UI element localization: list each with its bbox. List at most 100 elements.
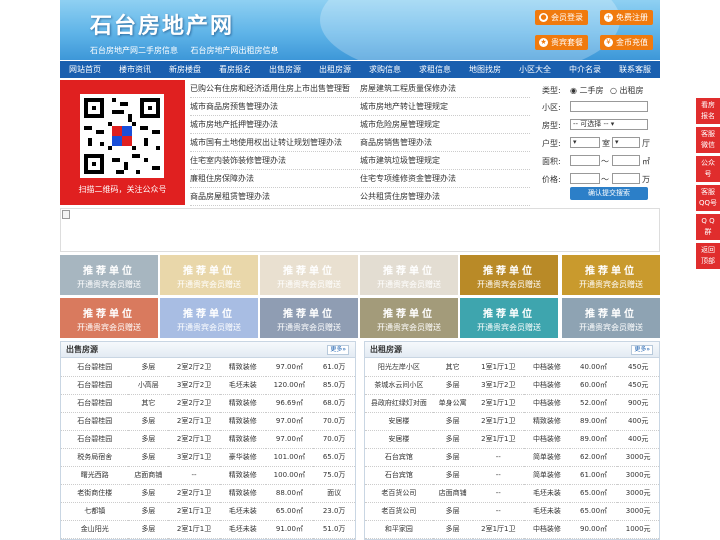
- nav-new-homes[interactable]: 新房楼盘: [160, 61, 210, 78]
- policy-link[interactable]: 城市房地产抵押管理办法: [190, 116, 360, 133]
- nav-wanted-buy[interactable]: 求购信息: [360, 61, 410, 78]
- login-button[interactable]: ● 会员登录: [535, 10, 588, 25]
- table-cell[interactable]: 石台碧桂园: [61, 376, 129, 395]
- table-row[interactable]: 税务局宿舍 多层 3室2厅1卫 豪华装修 101.00㎡ 65.0万: [61, 448, 355, 467]
- coin-recharge-button[interactable]: ¥ 金币充值: [600, 35, 653, 50]
- hall-select[interactable]: ▾: [612, 137, 640, 148]
- table-row[interactable]: 七都镇 多层 2室1厅1卫 毛坯未装 65.00㎡ 23.0万: [61, 502, 355, 521]
- table-cell[interactable]: 茶城水云间小区: [365, 376, 433, 395]
- area-max-input[interactable]: [612, 155, 640, 166]
- policy-link[interactable]: 商品房销售管理办法: [360, 134, 530, 151]
- table-row[interactable]: 老百货公司 店面商铺 -- 毛坯未装 65.00㎡ 3000元: [365, 484, 659, 503]
- table-row[interactable]: 石台碧桂园 小高层 3室2厅2卫 毛坯未装 120.00㎡ 85.0万: [61, 376, 355, 395]
- table-cell[interactable]: 老百货公司: [365, 484, 433, 503]
- nav-communities[interactable]: 小区大全: [510, 61, 560, 78]
- table-cell[interactable]: 石台碧桂园: [61, 358, 129, 377]
- search-submit-button[interactable]: 确认提交搜索: [570, 187, 648, 200]
- table-row[interactable]: 县政府红绿灯对面 单身公寓 2室1厅1卫 中档装修 52.00㎡ 900元: [365, 394, 659, 413]
- table-row[interactable]: 和平家园 多层 2室1厅1卫 中档装修 90.00㎡ 1000元: [365, 520, 659, 539]
- promo-tile[interactable]: 推荐单位 开通贵宾会员赠送: [60, 298, 158, 338]
- side-service-wechat[interactable]: 客服 微信: [696, 127, 720, 153]
- nav-news[interactable]: 楼市资讯: [110, 61, 160, 78]
- table-row[interactable]: 安居楼 多层 2室1厅1卫 中档装修 89.00㎡ 400元: [365, 430, 659, 449]
- policy-link[interactable]: 住宅专项维修资金管理办法: [360, 170, 530, 187]
- register-button[interactable]: + 免费注册: [600, 10, 653, 25]
- radio-rental[interactable]: ○ 出租房: [610, 85, 644, 96]
- area-min-input[interactable]: [570, 155, 600, 166]
- community-input[interactable]: [570, 101, 648, 112]
- policy-link[interactable]: 城市商品房预售管理办法: [190, 98, 360, 115]
- table-row[interactable]: 石台碧桂园 多层 2室2厅2卫 精致装修 97.00㎡ 61.0万: [61, 358, 355, 377]
- ad-banner-slot[interactable]: [60, 208, 660, 252]
- table-cell[interactable]: 石台碧桂园: [61, 430, 129, 449]
- table-cell[interactable]: 和平家园: [365, 520, 433, 539]
- promo-tile[interactable]: 推荐单位 开通贵宾会员赠送: [60, 255, 158, 295]
- table-cell[interactable]: 老百货公司: [365, 502, 433, 521]
- promo-tile[interactable]: 推荐单位 开通贵宾会员赠送: [260, 298, 358, 338]
- sub-link-sale[interactable]: 石台房地产网二手房信息: [90, 46, 178, 55]
- sale-more-button[interactable]: 更多»: [327, 345, 349, 355]
- promo-tile[interactable]: 推荐单位 开通贵宾会员赠送: [460, 255, 558, 295]
- table-cell[interactable]: 县政府红绿灯对面: [365, 394, 433, 413]
- table-cell[interactable]: 安居楼: [365, 412, 433, 431]
- table-row[interactable]: 茶城水云间小区 多层 3室1厅2卫 中档装修 60.00㎡ 450元: [365, 376, 659, 395]
- policy-link[interactable]: 廉租住房保障办法: [190, 170, 360, 187]
- nav-wanted-rent[interactable]: 求租信息: [410, 61, 460, 78]
- promo-tile[interactable]: 推荐单位 开通贵宾会员赠送: [360, 255, 458, 295]
- promo-tile[interactable]: 推荐单位 开通贵宾会员赠送: [360, 298, 458, 338]
- nav-agencies[interactable]: 中介名录: [560, 61, 610, 78]
- nav-contact[interactable]: 联系客服: [610, 61, 660, 78]
- policy-link[interactable]: 城市国有土地使用权出让转让规划管理办法: [190, 134, 360, 151]
- site-logo-title[interactable]: 石台房地产网: [90, 8, 234, 40]
- promo-tile[interactable]: 推荐单位 开通贵宾会员赠送: [160, 298, 258, 338]
- table-row[interactable]: 石台碧桂园 其它 2室2厅2卫 精致装修 96.69㎡ 68.0万: [61, 394, 355, 413]
- policy-link[interactable]: 公共租赁住房管理办法: [360, 188, 530, 205]
- table-row[interactable]: 安居楼 多层 2室1厅1卫 精致装修 89.00㎡ 400元: [365, 412, 659, 431]
- table-cell[interactable]: 金山阳光: [61, 520, 129, 539]
- table-cell[interactable]: 阳光左岸小区: [365, 358, 433, 377]
- side-back-to-top[interactable]: 返回 顶部: [696, 243, 720, 269]
- policy-link[interactable]: 住宅室内装饰装修管理办法: [190, 152, 360, 169]
- nav-for-sale[interactable]: 出售房源: [260, 61, 310, 78]
- policy-link[interactable]: 已购公有住房和经济适用住房上市出售管理暂: [190, 80, 360, 97]
- table-row[interactable]: 石台宾馆 多层 -- 简单装修 62.00㎡ 3000元: [365, 448, 659, 467]
- promo-tile[interactable]: 推荐单位 开通贵宾会员赠送: [460, 298, 558, 338]
- table-row[interactable]: 石台碧桂园 多层 2室2厅1卫 精致装修 97.00㎡ 70.0万: [61, 430, 355, 449]
- table-row[interactable]: 曙光西路 店面商铺 -- 精致装修 100.00㎡ 75.0万: [61, 466, 355, 485]
- nav-map-search[interactable]: 地图找房: [460, 61, 510, 78]
- table-cell[interactable]: 七都镇: [61, 502, 129, 521]
- table-cell[interactable]: 税务局宿舍: [61, 448, 129, 467]
- table-cell[interactable]: 老街商住楼: [61, 484, 129, 503]
- table-row[interactable]: 阳光左岸小区 其它 1室1厅1卫 中档装修 40.00㎡ 450元: [365, 358, 659, 377]
- table-cell[interactable]: 石台碧桂园: [61, 412, 129, 431]
- table-row[interactable]: 石台碧桂园 多层 2室2厅1卫 精致装修 97.00㎡ 70.0万: [61, 412, 355, 431]
- side-qq-group[interactable]: Q Q 群: [696, 214, 720, 240]
- room-select[interactable]: ▾: [570, 137, 600, 148]
- nav-home[interactable]: 网站首页: [60, 61, 110, 78]
- promo-tile[interactable]: 推荐单位 开通贵宾会员赠送: [562, 255, 660, 295]
- side-official-account[interactable]: 公众号: [696, 156, 720, 182]
- nav-viewing-signup[interactable]: 看房报名: [210, 61, 260, 78]
- side-service-qq[interactable]: 客服 QQ号: [696, 185, 720, 211]
- promo-tile[interactable]: 推荐单位 开通贵宾会员赠送: [562, 298, 660, 338]
- vip-package-button[interactable]: ★ 贵宾套餐: [535, 35, 588, 50]
- table-cell[interactable]: 安居楼: [365, 430, 433, 449]
- table-cell[interactable]: 石台宾馆: [365, 448, 433, 467]
- policy-link[interactable]: 城市危险房屋管理规定: [360, 116, 530, 133]
- rent-more-button[interactable]: 更多»: [631, 345, 653, 355]
- table-cell[interactable]: 曙光西路: [61, 466, 129, 485]
- table-row[interactable]: 老街商住楼 多层 2室2厅1卫 精致装修 88.00㎡ 面议: [61, 484, 355, 503]
- radio-secondhand[interactable]: ◉ 二手房: [570, 85, 604, 96]
- nav-for-rent[interactable]: 出租房源: [310, 61, 360, 78]
- table-row[interactable]: 石台宾馆 多层 -- 简单装修 61.00㎡ 3000元: [365, 466, 659, 485]
- side-viewing-signup[interactable]: 看房 报名: [696, 98, 720, 124]
- price-min-input[interactable]: [570, 173, 600, 184]
- table-cell[interactable]: 石台碧桂园: [61, 394, 129, 413]
- policy-link[interactable]: 城市建筑垃圾管理规定: [360, 152, 530, 169]
- policy-link[interactable]: 商品房屋租赁管理办法: [190, 188, 360, 205]
- price-max-input[interactable]: [612, 173, 640, 184]
- table-cell[interactable]: 石台宾馆: [365, 466, 433, 485]
- policy-link[interactable]: 城市房地产转让管理规定: [360, 98, 530, 115]
- table-row[interactable]: 金山阳光 多层 2室1厅1卫 毛坯未装 91.00㎡ 51.0万: [61, 520, 355, 539]
- sub-link-rent[interactable]: 石台房地产网出租房信息: [191, 46, 279, 55]
